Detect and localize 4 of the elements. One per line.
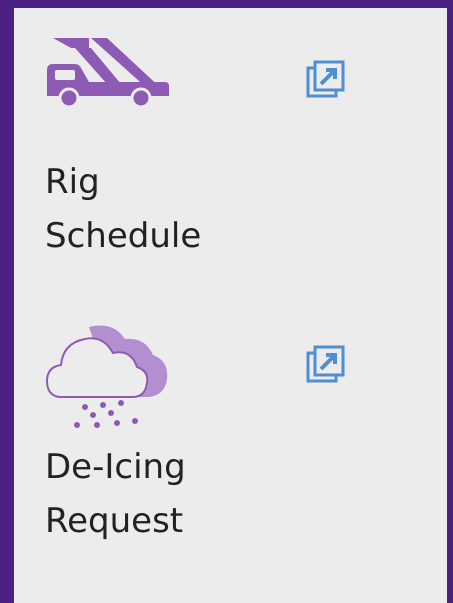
tile-label[interactable]: Rig Schedule	[45, 155, 245, 263]
open-external-icon[interactable]	[306, 345, 346, 385]
open-external-icon[interactable]	[306, 60, 346, 100]
tile-label[interactable]: De-Icing Request	[45, 440, 245, 548]
